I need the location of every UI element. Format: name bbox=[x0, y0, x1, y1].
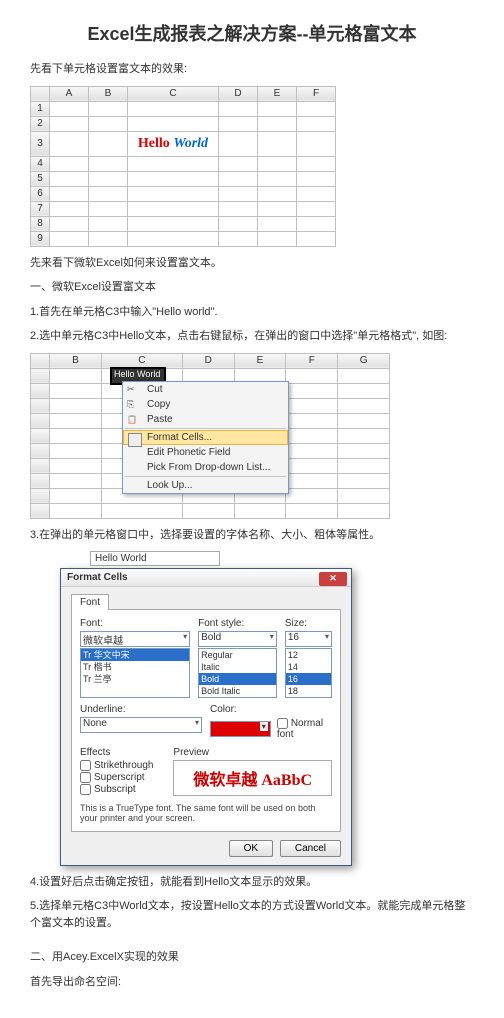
paragraph: 4.设置好后点击确定按钮，就能看到Hello文本显示的效果。 bbox=[30, 874, 474, 891]
menu-cut[interactable]: Cut bbox=[123, 382, 288, 397]
col-header: E bbox=[258, 86, 297, 101]
color-label: Color: bbox=[210, 704, 332, 715]
paragraph: 首先导出命名空间: bbox=[30, 974, 474, 991]
menu-paste[interactable]: Paste bbox=[123, 412, 288, 427]
effects-label: Effects bbox=[80, 747, 165, 758]
intro-text: 先看下单元格设置富文本的效果: bbox=[30, 61, 474, 78]
paragraph: 1.首先在单元格C3中输入"Hello world". bbox=[30, 304, 474, 321]
context-menu: Cut Copy Paste Format Cells... Edit Phon… bbox=[122, 381, 289, 494]
formula-bar: Hello World bbox=[90, 551, 220, 566]
close-button[interactable]: ✕ bbox=[319, 572, 347, 586]
style-label: Font style: bbox=[198, 618, 277, 629]
ok-button[interactable]: OK bbox=[229, 840, 273, 857]
font-list[interactable]: Tr 华文中宋 Tr 楷书 Tr 兰亭 bbox=[80, 648, 190, 698]
size-list[interactable]: 12 14 16 18 bbox=[285, 648, 332, 698]
col-header: C bbox=[128, 86, 219, 101]
paragraph: 5.选择单元格C3中World文本，按设置Hello文本的方式设置World文本… bbox=[30, 898, 474, 931]
menu-format-cells[interactable]: Format Cells... bbox=[123, 430, 288, 445]
paste-icon bbox=[127, 414, 139, 426]
col-header: D bbox=[219, 86, 258, 101]
dialog-titlebar: Format Cells ✕ bbox=[61, 569, 351, 587]
size-input[interactable]: 16 bbox=[285, 631, 332, 647]
cut-icon bbox=[127, 384, 139, 396]
subscript-checkbox[interactable]: Subscript bbox=[80, 784, 165, 795]
paragraph: 先来看下微软Excel如何来设置富文本。 bbox=[30, 255, 474, 272]
paragraph: 3.在弹出的单元格窗口中，选择要设置的字体名称、大小、粗体等属性。 bbox=[30, 527, 474, 544]
menu-copy[interactable]: Copy bbox=[123, 397, 288, 412]
spreadsheet-preview-1: A B C D E F 1 2 3 Hello World 4 5 6 7 8 … bbox=[30, 86, 336, 247]
font-label: Font: bbox=[80, 618, 190, 629]
paragraph: 一、微软Excel设置富文本 bbox=[30, 279, 474, 296]
strikethrough-checkbox[interactable]: Strikethrough bbox=[80, 760, 165, 771]
dialog-note: This is a TrueType font. The same font w… bbox=[80, 803, 332, 823]
preview-box: 微软卓越 AaBbC bbox=[173, 760, 332, 796]
font-input[interactable]: 微软卓越 bbox=[80, 631, 190, 647]
menu-lookup[interactable]: Look Up... bbox=[123, 478, 288, 493]
format-cells-dialog: Format Cells ✕ Font Font: 微软卓越 Tr 华文中宋 T… bbox=[60, 568, 352, 866]
col-header: F bbox=[297, 86, 336, 101]
page-title: Excel生成报表之解决方案--单元格富文本 bbox=[30, 20, 474, 46]
style-input[interactable]: Bold bbox=[198, 631, 277, 647]
rich-text-cell: Hello World bbox=[128, 131, 219, 156]
normal-font-checkbox[interactable]: Normal font bbox=[277, 718, 332, 740]
preview-label: Preview bbox=[173, 747, 332, 758]
cancel-button[interactable]: Cancel bbox=[280, 840, 341, 857]
col-header: B bbox=[89, 86, 128, 101]
menu-pick-list[interactable]: Pick From Drop-down List... bbox=[123, 460, 288, 475]
style-list[interactable]: Regular Italic Bold Bold Italic bbox=[198, 648, 277, 698]
copy-icon bbox=[127, 399, 139, 411]
paragraph: 2.选中单元格C3中Hello文本，点击右键鼠标，在弹出的窗口中选择"单元格格式… bbox=[30, 328, 474, 345]
menu-phonetic[interactable]: Edit Phonetic Field bbox=[123, 445, 288, 460]
col-header: A bbox=[50, 86, 89, 101]
superscript-checkbox[interactable]: Superscript bbox=[80, 772, 165, 783]
underline-select[interactable]: None bbox=[80, 717, 202, 733]
size-label: Size: bbox=[285, 618, 332, 629]
tab-font[interactable]: Font bbox=[71, 594, 109, 610]
color-select[interactable] bbox=[210, 721, 271, 737]
underline-label: Underline: bbox=[80, 704, 202, 715]
paragraph: 二、用Acey.ExcelX实现的效果 bbox=[30, 949, 474, 966]
